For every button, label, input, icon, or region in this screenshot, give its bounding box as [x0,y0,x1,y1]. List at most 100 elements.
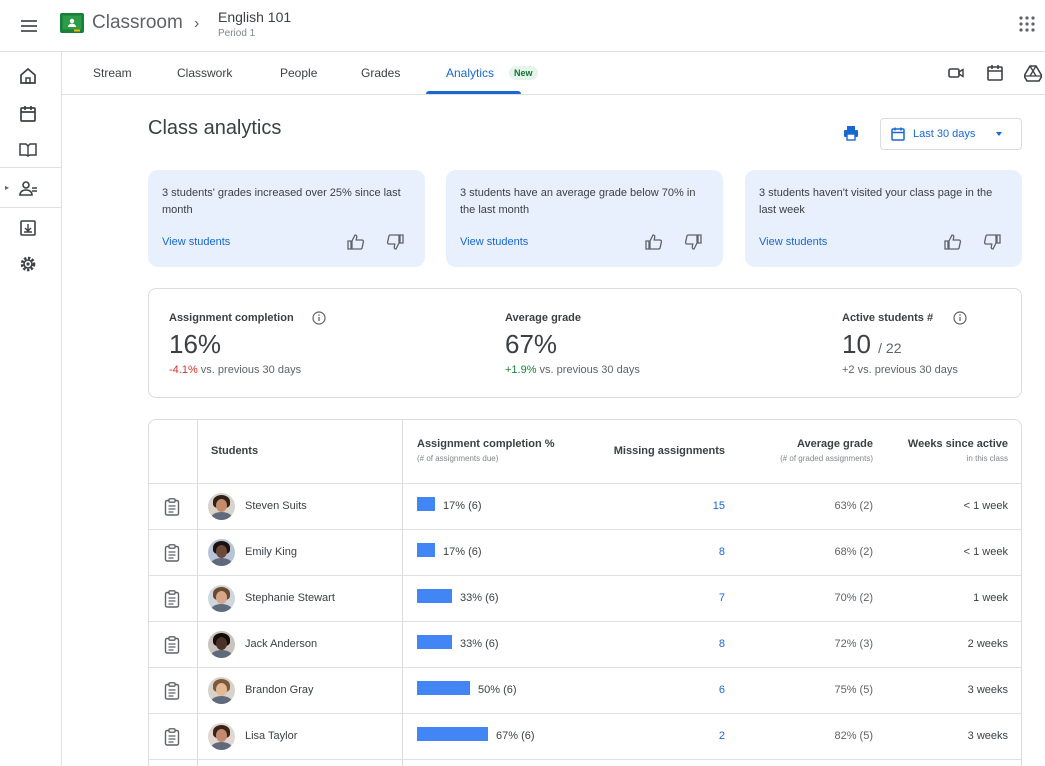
completion-bar [417,543,435,557]
google-calendar-icon[interactable] [986,64,1004,82]
average-grade: 82% (5) [834,730,873,742]
student-report-icon[interactable] [164,728,180,746]
student-name[interactable]: Lisa Taylor [245,730,297,742]
date-range-label: Last 30 days [913,128,976,140]
tab-people[interactable]: People [280,66,317,80]
student-name[interactable]: Brandon Gray [245,684,313,696]
completion-column-header[interactable]: Assignment completion % [417,438,555,450]
google-apps-icon[interactable] [1018,15,1036,33]
view-students-link[interactable]: View students [162,236,230,248]
thumbs-up-icon[interactable] [347,234,365,250]
weeks-since-active: 3 weeks [967,684,1008,696]
teaching-people-icon[interactable] [18,178,38,198]
completion-bar [417,681,470,695]
course-name[interactable]: English 101 [218,9,291,25]
app-title[interactable]: Classroom [92,12,183,34]
missing-assignments-link[interactable]: 2 [719,730,725,742]
completion-column-subheader: (# of assignments due) [417,454,499,463]
active-students-stat-delta: +2 vs. previous 30 days [842,364,958,376]
table-row[interactable]: Stephanie Stewart 33% (6) 7 70% (2) 1 week [149,576,1021,622]
active-students-stat-value: 10 / 22 [842,329,902,360]
avatar [208,539,235,566]
avg-grade-stat-label: Average grade [505,312,582,324]
meet-video-icon[interactable] [947,64,965,82]
info-icon[interactable] [312,311,326,325]
student-report-icon[interactable] [164,590,180,608]
weeks-column-subheader: in this class [966,454,1008,463]
top-app-bar: Classroom › English 101 Period 1 [0,0,1045,52]
table-row[interactable]: Steven Suits 17% (6) 15 63% (2) < 1 week [149,484,1021,530]
tab-analytics[interactable]: Analytics [446,66,494,80]
left-nav-rail: ▸ [0,52,62,766]
thumbs-down-icon[interactable] [684,234,702,250]
tab-grades[interactable]: Grades [361,66,400,80]
student-report-icon[interactable] [164,682,180,700]
course-section: Period 1 [218,28,256,39]
active-students-total: / 22 [878,340,902,356]
active-students-stat-label: Active students # [842,312,934,324]
table-row[interactable]: Brandon Gray 50% (6) 6 75% (5) 3 weeks [149,668,1021,714]
main-menu-icon[interactable] [18,15,40,37]
student-name[interactable]: Emily King [245,546,297,558]
view-students-link[interactable]: View students [460,236,528,248]
calendar-icon[interactable] [18,104,38,124]
missing-assignments-link[interactable]: 15 [713,500,725,512]
student-report-icon[interactable] [164,544,180,562]
students-column-header[interactable]: Students [211,445,258,457]
print-icon[interactable] [843,125,859,141]
grade-column-header[interactable]: Average grade [797,438,873,450]
average-grade: 70% (2) [834,592,873,604]
missing-assignments-link[interactable]: 8 [719,546,725,558]
thumbs-down-icon[interactable] [386,234,404,250]
avg-grade-stat-delta: +1.9% vs. previous 30 days [505,364,640,376]
avg-grade-delta-suffix: vs. previous 30 days [536,364,640,376]
avg-grade-delta-value: +1.9% [505,364,537,376]
insight-text: 3 students haven't visited your class pa… [759,187,993,216]
expand-arrow-icon[interactable]: ▸ [5,183,9,192]
average-grade: 72% (3) [834,638,873,650]
weeks-since-active: < 1 week [963,546,1008,558]
tab-classwork[interactable]: Classwork [177,66,232,80]
settings-gear-icon[interactable] [18,254,38,274]
student-report-icon[interactable] [164,498,180,516]
average-grade: 75% (5) [834,684,873,696]
missing-assignments-link[interactable]: 6 [719,684,725,696]
completion-bar [417,497,435,511]
missing-column-header[interactable]: Missing assignments [614,445,725,457]
completion-delta-value: -4.1% [169,364,198,376]
tab-stream[interactable]: Stream [93,66,132,80]
classroom-logo-icon[interactable] [60,13,84,33]
summary-stats-panel: Assignment completion 16% -4.1% vs. prev… [148,288,1022,398]
view-students-link[interactable]: View students [759,236,827,248]
completion-value: 17% (6) [443,546,482,558]
thumbs-up-icon[interactable] [944,234,962,250]
weeks-column-header[interactable]: Weeks since active [908,438,1008,450]
student-name[interactable]: Stephanie Stewart [245,592,335,604]
student-name[interactable]: Steven Suits [245,500,307,512]
student-report-icon[interactable] [164,636,180,654]
info-icon[interactable] [953,311,967,325]
archived-classes-icon[interactable] [18,218,38,238]
table-row[interactable]: Lisa Taylor 67% (6) 2 82% (5) 3 weeks [149,714,1021,760]
table-row[interactable]: Jack Anderson 33% (6) 8 72% (3) 2 weeks [149,622,1021,668]
completion-delta-suffix: vs. previous 30 days [197,364,302,376]
page-title: Class analytics [148,117,282,139]
completion-stat-label: Assignment completion [169,312,294,324]
missing-assignments-link[interactable]: 7 [719,592,725,604]
student-name[interactable]: Jack Anderson [245,638,317,650]
google-drive-icon[interactable] [1024,64,1042,82]
average-grade: 63% (2) [834,500,873,512]
table-row[interactable]: Emily King 17% (6) 8 68% (2) < 1 week [149,530,1021,576]
date-range-dropdown[interactable]: Last 30 days [880,118,1022,150]
weeks-since-active: 1 week [973,592,1008,604]
completion-bar [417,589,452,603]
completion-stat-value: 16% [169,329,222,359]
completion-value: 17% (6) [443,500,482,512]
weeks-since-active: 2 weeks [967,638,1008,650]
thumbs-up-icon[interactable] [645,234,663,250]
thumbs-down-icon[interactable] [983,234,1001,250]
average-grade: 68% (2) [834,546,873,558]
missing-assignments-link[interactable]: 8 [719,638,725,650]
home-icon[interactable] [18,66,38,86]
enrolled-classes-icon[interactable] [18,139,38,159]
